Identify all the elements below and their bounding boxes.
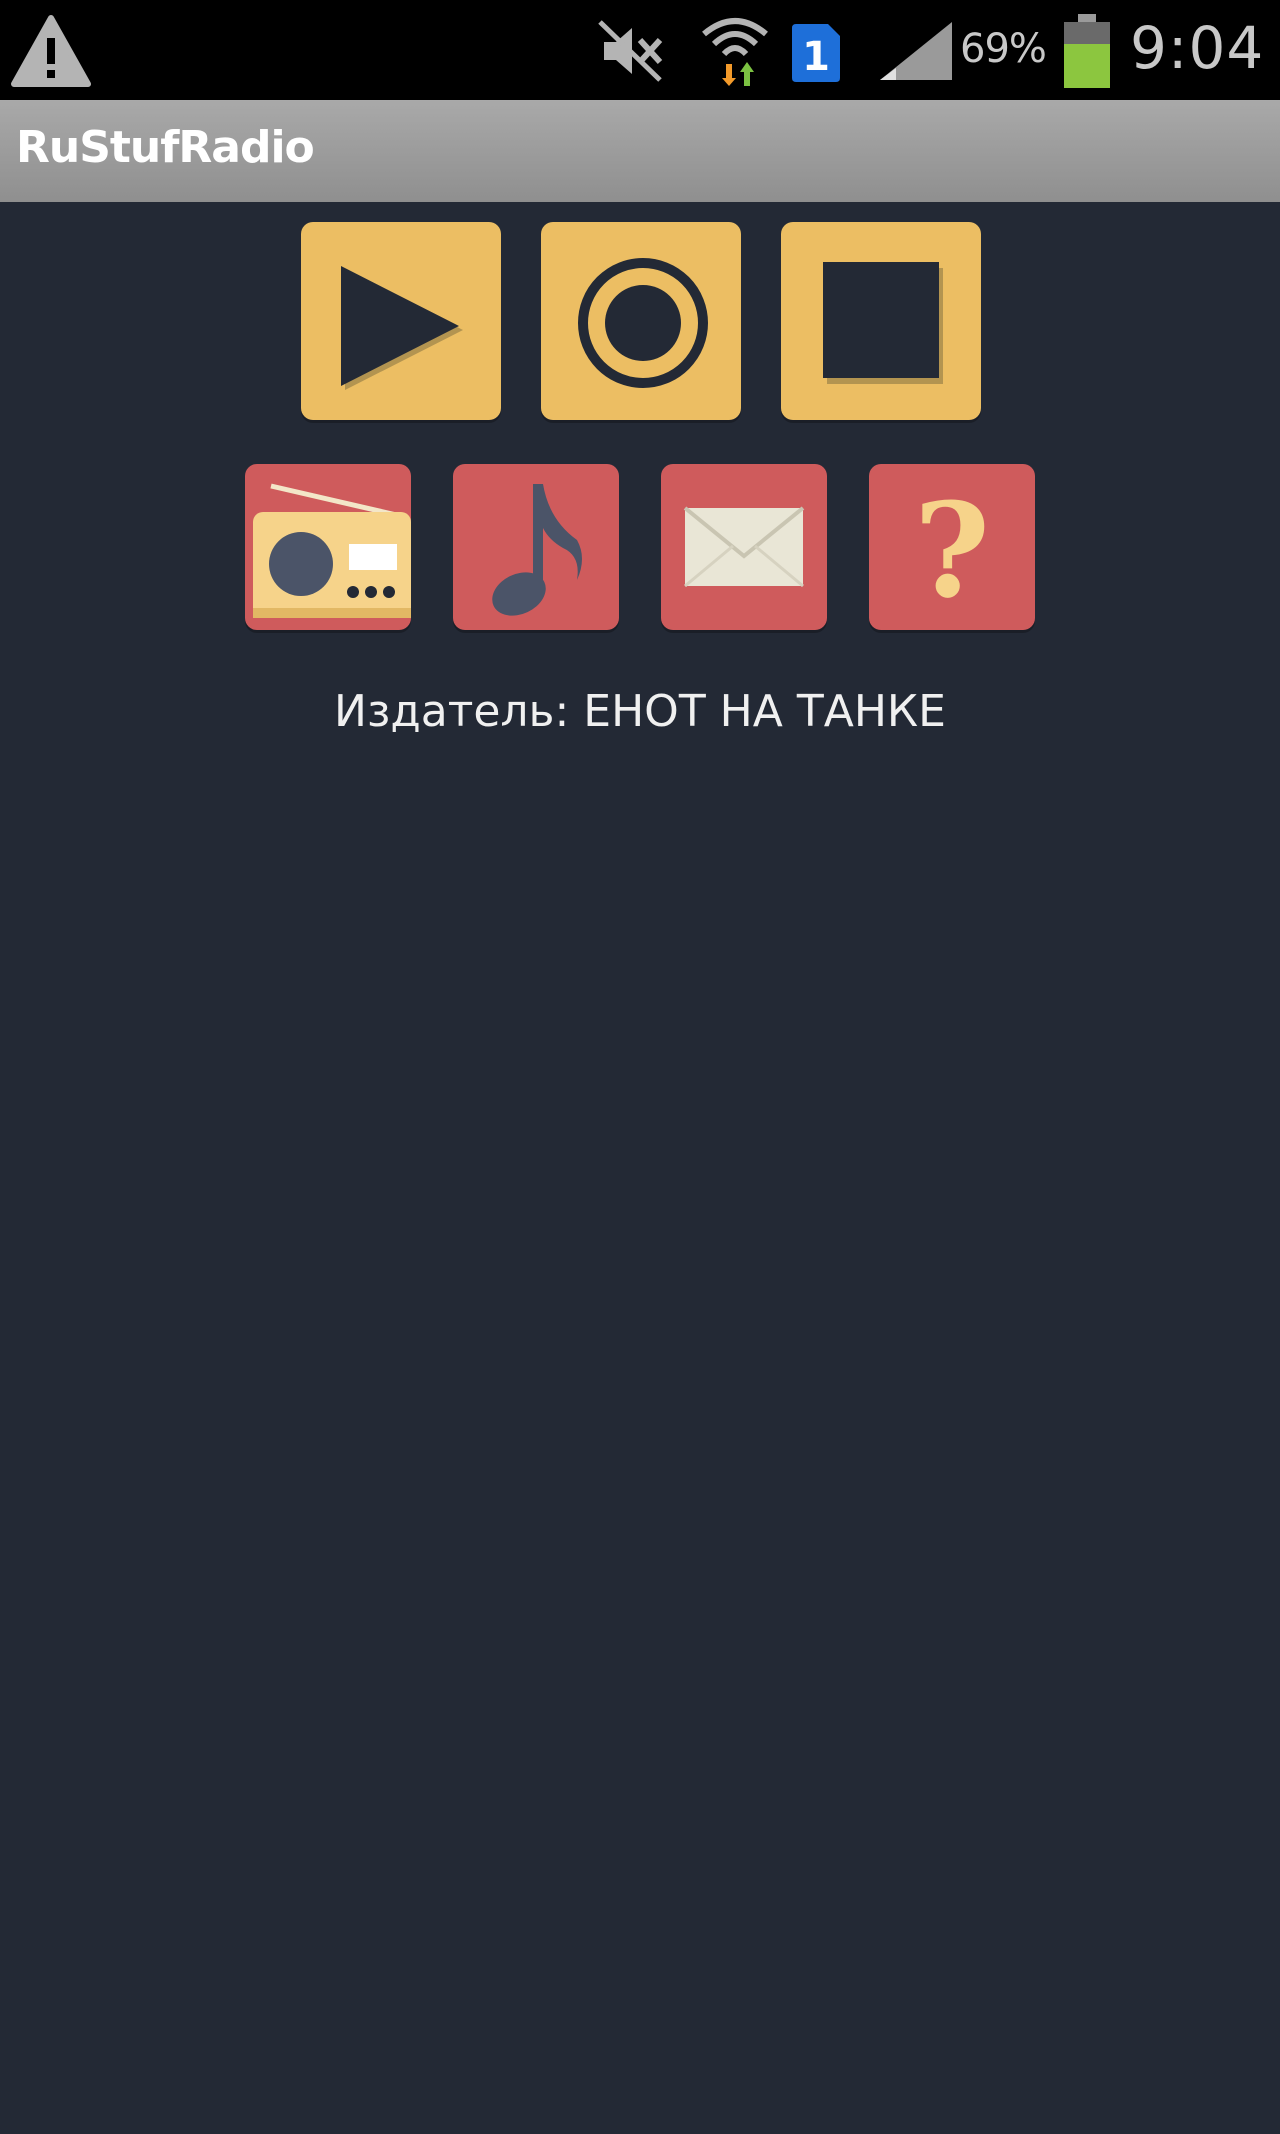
sim-icon: 1 bbox=[792, 24, 840, 82]
battery-icon bbox=[1064, 14, 1110, 88]
music-note-icon bbox=[492, 484, 582, 616]
warning-icon bbox=[11, 15, 91, 87]
battery-percent: 69% bbox=[960, 26, 1047, 72]
music-button[interactable] bbox=[453, 464, 619, 630]
play-icon bbox=[341, 266, 463, 390]
question-mark-icon: ? bbox=[914, 474, 990, 627]
action-bar: RuStufRadio bbox=[0, 100, 1280, 202]
envelope-icon bbox=[683, 506, 805, 588]
app-title: RuStufRadio bbox=[16, 122, 315, 173]
stop-button[interactable] bbox=[781, 222, 981, 420]
status-bar: 1 69% 9:04 bbox=[0, 0, 1280, 100]
radio-icon bbox=[253, 483, 411, 618]
publisher-label: Издатель: ЕНОТ НА ТАНКЕ bbox=[334, 686, 946, 737]
play-button[interactable] bbox=[301, 222, 501, 420]
sim-slot-label: 1 bbox=[802, 34, 830, 80]
stop-icon bbox=[823, 262, 943, 384]
help-glyph: ? bbox=[914, 474, 990, 627]
clock: 9:04 bbox=[1130, 14, 1265, 82]
mail-button[interactable] bbox=[661, 464, 827, 630]
radio-button[interactable] bbox=[245, 464, 411, 630]
signal-icon bbox=[880, 22, 952, 80]
help-button[interactable]: ? bbox=[869, 464, 1035, 630]
mute-icon bbox=[598, 20, 663, 82]
record-icon bbox=[578, 258, 708, 388]
record-button[interactable] bbox=[541, 222, 741, 420]
wifi-icon bbox=[702, 18, 768, 86]
